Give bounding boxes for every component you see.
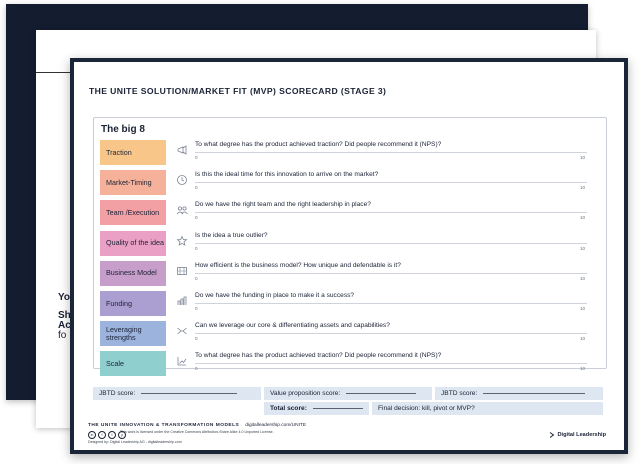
scale-min-label: 0 — [195, 155, 198, 160]
value-proposition-score[interactable]: Value proposition score: — [264, 387, 432, 400]
value-proposition-score-label: Value proposition score: — [270, 390, 341, 397]
footer-brand: Digital Leadership — [549, 432, 607, 438]
category-label: Market-Timing — [100, 170, 166, 196]
scale-min-label: 0 — [195, 245, 198, 251]
twitter-icon[interactable]: t — [108, 431, 116, 439]
score-scale-slider[interactable] — [195, 303, 587, 304]
scorecard-row: Traction To what degree has the product a… — [94, 140, 606, 166]
row-question: To what degree has the product achieved … — [195, 352, 442, 360]
background-fragment-text: Yo — [58, 292, 71, 303]
category-label: Traction — [100, 140, 166, 165]
jbtd-score-left[interactable]: JBTD score: — [93, 387, 261, 400]
funding-icon — [177, 296, 187, 305]
category-label: Quality of the idea — [100, 230, 166, 256]
score-scale-slider[interactable] — [195, 272, 587, 274]
footer-url[interactable]: digitalleadership.com/UNITE — [245, 423, 306, 428]
scale-max-label: 10 — [580, 245, 586, 251]
scorecard-row: Funding Do we have the funding in place t… — [94, 291, 606, 317]
row-question: Do we have the right team and the right … — [195, 201, 371, 209]
scorecard-sheet: THE UNITE SOLUTION/MARKET FIT (MVP) SCOR… — [70, 58, 628, 454]
scorecard-row: Quality of the idea Is the idea a true ou… — [94, 230, 606, 257]
scale-icon — [177, 357, 187, 366]
jbtd-score-left-blank — [141, 393, 238, 394]
footer-designed-by: Designed by: Digital Leadership AG - dig… — [88, 440, 182, 444]
scale-min-label: 0 — [195, 185, 198, 191]
linkedin-icon[interactable]: in — [88, 431, 96, 439]
footer-brand-name: Digital Leadership — [557, 432, 607, 438]
leverage-icon — [177, 327, 187, 335]
footer-title-text: THE UNITE INNOVATION & TRANSFORMATION MO… — [88, 423, 240, 428]
category-label: Leveraging strengths — [100, 321, 166, 347]
scale-min-label: 0 — [195, 215, 198, 221]
row-question: Is the idea a true outlier? — [195, 231, 268, 239]
category-label: Team /Execution — [100, 200, 166, 226]
scale-max-label: 10 — [580, 306, 586, 311]
scorecard-row: Team /Execution Do we have the right team… — [94, 200, 606, 226]
team-icon — [176, 206, 188, 215]
star-icon — [176, 235, 188, 246]
final-decision[interactable]: Final decision: kill, pivot or MVP? — [372, 402, 603, 415]
scale-max-label: 10 — [580, 155, 586, 160]
score-scale-slider[interactable] — [195, 182, 587, 184]
row-question: How efficient is the business model? How… — [195, 261, 401, 269]
total-score[interactable]: Total score: — [264, 402, 369, 415]
scale-max-label: 10 — [580, 215, 586, 221]
background-fragment-text: fo — [58, 330, 67, 341]
jbtd-score-right-label: JBTD score: — [441, 390, 478, 397]
business-model-icon — [177, 266, 187, 275]
score-scale-slider[interactable] — [195, 333, 587, 335]
category-label: Business Model — [100, 260, 166, 286]
scorecard-row: Business Model How efficient is the busin… — [94, 260, 606, 287]
scale-min-label: 0 — [195, 275, 198, 281]
row-question: Is this the ideal time for this innovati… — [195, 171, 379, 179]
big-8-heading: The big 8 — [101, 124, 145, 135]
scale-min-label: 0 — [195, 366, 198, 372]
scale-min-label: 0 — [195, 336, 198, 342]
row-question: Can we leverage our core & differentiati… — [195, 322, 390, 330]
facebook-icon[interactable]: f — [98, 431, 106, 439]
megaphone-icon — [177, 145, 187, 155]
category-label: Funding — [100, 291, 166, 316]
category-label: Scale — [100, 351, 166, 377]
row-question: Do we have the funding in place to make … — [195, 292, 355, 299]
scale-min-label: 0 — [195, 306, 198, 311]
scorecard-row: Market-Timing Is this the ideal time for … — [94, 170, 606, 196]
scale-max-label: 10 — [580, 185, 586, 191]
big-8-panel: The big 8 Traction To what degree has the… — [93, 117, 607, 377]
jbtd-score-right-blank — [483, 393, 586, 394]
total-score-blank — [312, 408, 363, 409]
score-scale-slider[interactable] — [195, 212, 587, 214]
scale-max-label: 10 — [580, 366, 586, 372]
scorecard-row: Leveraging strengths Can we leverage our … — [94, 321, 606, 347]
scorecard-title: THE UNITE SOLUTION/MARKET FIT (MVP) SCOR… — [89, 86, 387, 96]
score-scale-slider[interactable] — [195, 363, 587, 365]
final-decision-label: Final decision: kill, pivot or MVP? — [378, 405, 475, 412]
brand-chevron-icon — [549, 432, 554, 438]
total-score-label: Total score: — [270, 405, 307, 412]
value-proposition-score-blank — [346, 393, 417, 394]
clock-icon — [177, 175, 187, 186]
score-scale-slider[interactable] — [195, 242, 587, 244]
footer-title: THE UNITE INNOVATION & TRANSFORMATION MO… — [88, 423, 306, 428]
scorecard-row: Scale To what degree has the product achi… — [94, 351, 606, 377]
row-question: To what degree has the product achieved … — [195, 141, 442, 148]
jbtd-score-right[interactable]: JBTD score: — [435, 387, 603, 400]
jbtd-score-left-label: JBTD score: — [99, 390, 136, 397]
scale-max-label: 10 — [580, 336, 586, 342]
footer-license: This work is licensed under the Creative… — [120, 430, 274, 434]
score-scale-slider[interactable] — [195, 152, 587, 153]
scale-max-label: 10 — [580, 275, 586, 281]
